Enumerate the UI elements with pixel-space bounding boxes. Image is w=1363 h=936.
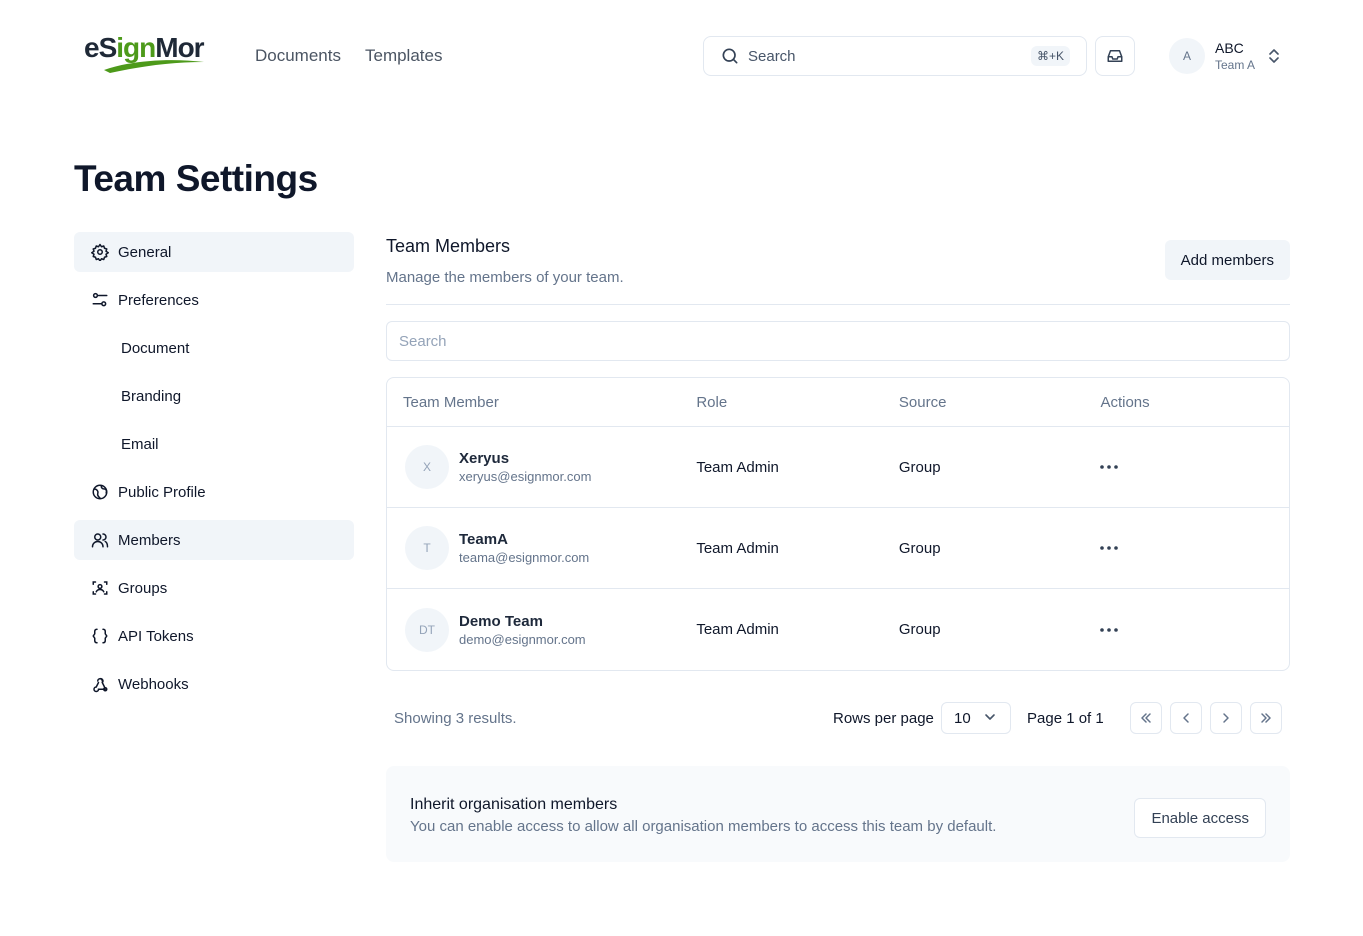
pagination: Showing 3 results. Rows per page 10 Page…: [386, 702, 1290, 734]
member-role: Team Admin: [696, 539, 779, 557]
chevron-right-icon: [1223, 713, 1229, 723]
first-page-button[interactable]: [1130, 702, 1162, 734]
sidebar-item-label: Webhooks: [118, 675, 189, 693]
sidebar-item-label: General: [118, 243, 172, 261]
next-page-button[interactable]: [1210, 702, 1242, 734]
top-header: eSignMor Documents Templates Search ⌘+K …: [0, 0, 1363, 112]
user-team: Team A: [1215, 58, 1256, 72]
member-source: Group: [898, 621, 941, 638]
nav-templates[interactable]: Templates: [365, 46, 442, 66]
search-icon: [720, 46, 740, 66]
globe-icon: [90, 482, 110, 502]
members-table: Team Member Role Source Actions X Xeryus…: [386, 377, 1290, 671]
column-header-role: Role: [696, 393, 728, 411]
avatar: DT: [405, 607, 449, 652]
user-name: ABC: [1215, 40, 1244, 56]
table-header-row: Team Member Role Source Actions: [387, 378, 1289, 427]
divider: [386, 304, 1290, 305]
sliders-icon: [90, 290, 110, 310]
avatar: T: [405, 526, 449, 570]
braces-icon: [90, 626, 110, 646]
add-members-button[interactable]: Add members: [1164, 240, 1290, 280]
section-title: Team Members: [386, 236, 511, 256]
table-row: T TeamA teama@esignmor.com Team Admin Gr…: [387, 508, 1289, 589]
search-shortcut-badge: ⌘+K: [1030, 46, 1070, 66]
global-search[interactable]: Search ⌘+K: [703, 36, 1087, 76]
sidebar-item-label: Email: [121, 435, 159, 453]
rows-per-page-value: 10: [954, 709, 971, 727]
member-source: Group: [898, 539, 941, 557]
enable-access-button[interactable]: Enable access: [1134, 798, 1266, 838]
global-search-label: Search: [748, 47, 796, 65]
sidebar-item-label: Members: [118, 531, 181, 549]
section-subtitle: Manage the members of your team.: [386, 269, 624, 286]
column-header-source: Source: [898, 393, 947, 411]
member-name: TeamA: [459, 531, 508, 548]
sidebar-item-public-profile[interactable]: Public Profile: [74, 472, 354, 512]
gear-icon: [90, 242, 110, 262]
last-page-button[interactable]: [1250, 702, 1282, 734]
member-role: Team Admin: [696, 458, 779, 476]
more-actions-icon[interactable]: [1100, 457, 1289, 477]
rows-per-page-select[interactable]: 10: [941, 702, 1011, 734]
sidebar-item-label: Document: [121, 339, 190, 357]
sidebar-item-branding[interactable]: Branding: [74, 376, 354, 416]
rows-per-page-label: Rows per page: [833, 710, 934, 727]
avatar: X: [405, 445, 449, 489]
member-search-input[interactable]: [386, 321, 1290, 361]
inbox-icon: [1107, 50, 1123, 62]
table-row: X Xeryus xeryus@esignmor.com Team Admin …: [387, 427, 1289, 508]
sidebar-item-label: Groups: [118, 579, 168, 597]
sidebar-item-general[interactable]: General: [74, 232, 354, 272]
chevrons-up-down-icon: [1267, 48, 1281, 64]
member-role: Team Admin: [696, 621, 779, 638]
chevrons-right-icon: [1261, 713, 1271, 723]
member-email: teama@esignmor.com: [459, 550, 590, 565]
sidebar-item-label: Preferences: [118, 291, 199, 309]
member-name: Xeryus: [459, 450, 510, 467]
column-header-team-member: Team Member: [403, 393, 499, 411]
sidebar-item-groups[interactable]: Groups: [74, 568, 354, 608]
nav-documents[interactable]: Documents: [255, 46, 341, 66]
member-name: Demo Team: [459, 612, 543, 630]
sidebar-item-document[interactable]: Document: [74, 328, 354, 368]
settings-sidebar: General Preferences Document Branding Em…: [74, 232, 354, 712]
webhook-icon: [90, 674, 110, 694]
chevrons-left-icon: [1141, 713, 1151, 723]
inbox-button[interactable]: [1095, 36, 1135, 76]
sidebar-item-label: Branding: [121, 387, 182, 405]
sidebar-item-label: API Tokens: [118, 627, 194, 645]
more-actions-icon[interactable]: [1100, 620, 1289, 640]
page-title: Team Settings: [74, 158, 318, 199]
user-menu[interactable]: A ABC Team A: [1169, 38, 1285, 74]
sidebar-item-webhooks[interactable]: Webhooks: [74, 664, 354, 704]
sidebar-item-members[interactable]: Members: [74, 520, 354, 560]
table-row: DT Demo Team demo@esignmor.com Team Admi…: [387, 589, 1289, 670]
inherit-description: You can enable access to allow all organ…: [410, 818, 997, 835]
sidebar-item-api-tokens[interactable]: API Tokens: [74, 616, 354, 656]
inherit-members-card: Inherit organisation members You can ena…: [386, 766, 1290, 862]
sidebar-item-label: Public Profile: [118, 483, 206, 501]
avatar: A: [1169, 38, 1205, 74]
chevron-down-icon: [984, 711, 996, 723]
inherit-title: Inherit organisation members: [410, 796, 618, 813]
chevron-left-icon: [1183, 713, 1189, 723]
users-icon: [90, 530, 110, 550]
groups-icon: [90, 578, 110, 598]
member-email: demo@esignmor.com: [459, 631, 586, 647]
more-actions-icon[interactable]: [1100, 538, 1289, 558]
column-header-actions: Actions: [1100, 393, 1150, 411]
member-email: xeryus@esignmor.com: [459, 469, 592, 484]
sidebar-item-email[interactable]: Email: [74, 424, 354, 464]
main-nav: Documents Templates: [255, 46, 442, 66]
page-indicator: Page 1 of 1: [1027, 710, 1104, 727]
logo-swoosh-icon: [104, 60, 204, 73]
esignmor-logo[interactable]: eSignMor: [84, 28, 208, 76]
sidebar-item-preferences[interactable]: Preferences: [74, 280, 354, 320]
results-count: Showing 3 results.: [394, 710, 517, 727]
member-source: Group: [898, 458, 941, 476]
previous-page-button[interactable]: [1170, 702, 1202, 734]
